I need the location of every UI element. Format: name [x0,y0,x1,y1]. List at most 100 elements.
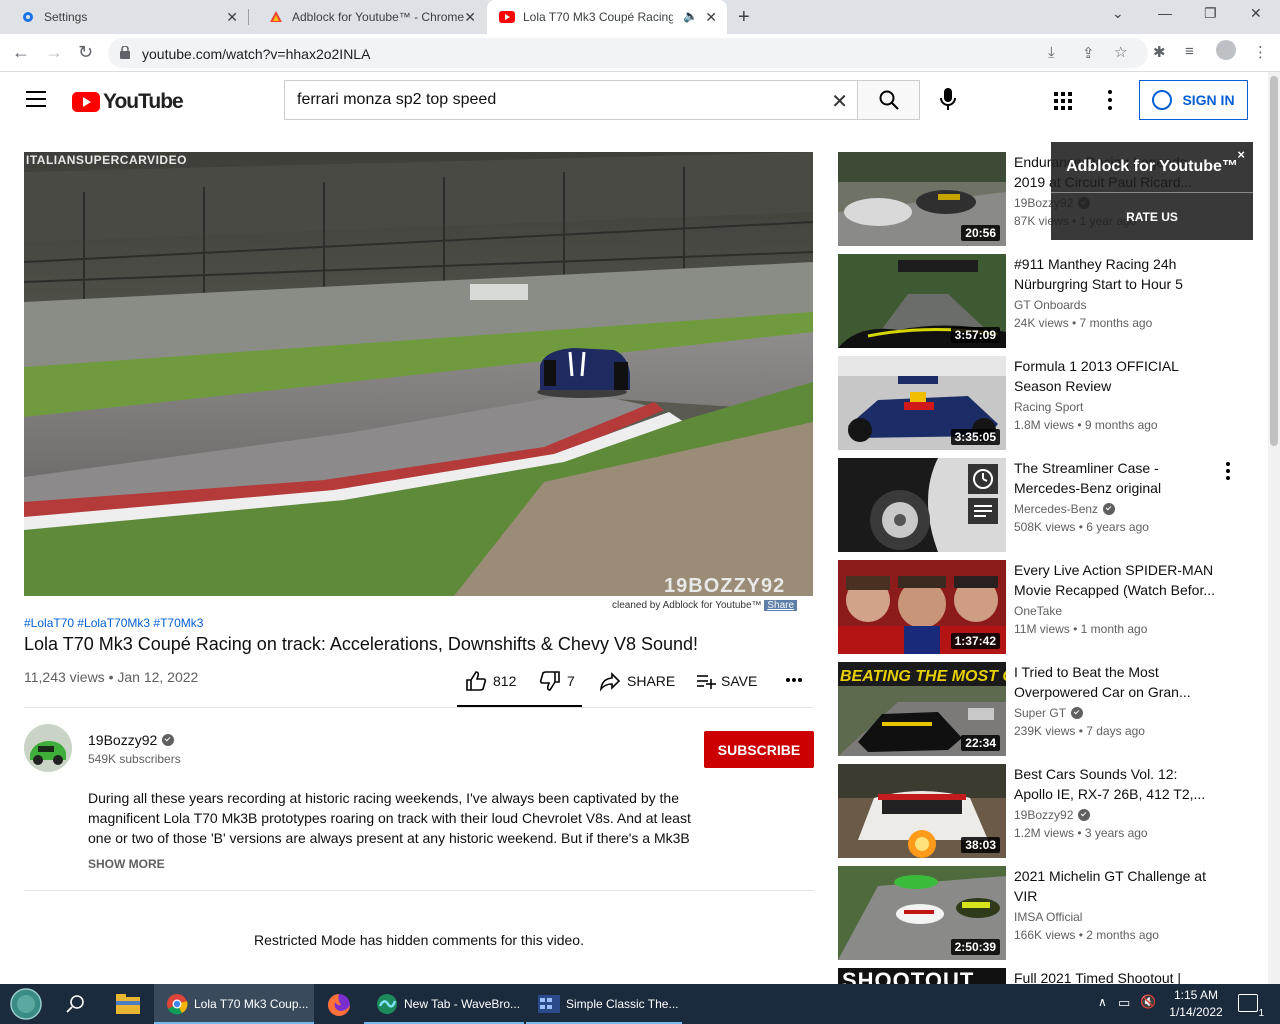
tab-youtube-video[interactable]: Lola T70 Mk3 Coupé Racing o 🔈 ✕ [487,0,727,34]
show-more-button[interactable]: SHOW MORE [88,857,165,871]
video-thumbnail[interactable]: 3:57:09 [838,254,1006,348]
apps-grid-icon[interactable] [1054,92,1072,110]
like-button[interactable]: 812 [465,670,516,692]
taskbar-app-classic-theme[interactable]: Simple Classic The... [526,984,682,1024]
channel-name[interactable]: GT Onboards [1014,298,1086,312]
video-title[interactable]: The Streamliner Case - Mercedes-Benz ori… [1014,458,1219,498]
reload-button[interactable]: ↻ [78,42,93,63]
video-title[interactable]: #911 Manthey Racing 24h Nürburgring Star… [1014,254,1219,294]
network-icon[interactable]: ▭ [1118,995,1130,1011]
video-thumbnail[interactable]: 20:56 [838,152,1006,246]
video-title[interactable]: Formula 1 2013 OFFICIAL Season Review [1014,356,1219,396]
thumbnail-caption: SHOOTOUT [842,968,974,984]
more-options-icon[interactable] [1108,90,1112,110]
new-tab-button[interactable]: + [738,6,750,29]
video-thumbnail[interactable]: 2:50:39 [838,866,1006,960]
channel-name[interactable]: OneTake [1014,604,1062,618]
recommended-video[interactable]: The Streamliner Case - Mercedes-Benz ori… [838,458,1258,552]
recommended-video[interactable]: 38:03 Best Cars Sounds Vol. 12: Apollo I… [838,764,1258,858]
channel-name[interactable]: 19Bozzy92 [1014,808,1073,822]
video-title[interactable]: I Tried to Beat the Most Overpowered Car… [1014,662,1219,702]
audio-playing-icon[interactable]: 🔈 [683,9,698,23]
volume-muted-icon[interactable]: 🔇 [1140,994,1156,1010]
action-menu-icon[interactable] [1226,462,1230,480]
video-duration: 22:34 [961,735,1000,751]
minimize-button[interactable]: — [1158,5,1172,21]
share-button[interactable]: SHARE [599,670,675,692]
lock-icon[interactable] [120,46,130,59]
video-thumbnail[interactable]: BEATING THE MOST OP CAR 22:34 [838,662,1006,756]
show-hidden-icons-icon[interactable]: ∧ [1098,995,1107,1009]
recommended-video[interactable]: SHOOTOUT Full 2021 Timed Shootout | [838,968,1258,984]
media-control-icon[interactable]: ≡ [1185,43,1194,60]
channel-name[interactable]: IMSA Official [1014,910,1082,924]
file-explorer-icon[interactable] [116,994,140,1019]
video-hashtags[interactable]: #LolaT70 #LolaT70Mk3 #T70Mk3 [24,616,203,630]
video-title[interactable]: Every Live Action SPIDER-MAN Movie Recap… [1014,560,1219,600]
menu-icon[interactable] [26,91,46,107]
channel-avatar[interactable] [24,724,72,772]
channel-name-row[interactable]: 19Bozzy92 [88,732,175,748]
back-button[interactable]: ← [12,42,30,63]
sign-in-button[interactable]: SIGN IN [1139,80,1248,120]
search-taskbar-icon[interactable] [66,994,86,1019]
scrollbar-thumb[interactable] [1270,76,1278,446]
forward-button[interactable]: → [45,42,63,63]
microphone-icon[interactable] [934,84,962,116]
action-center-icon[interactable]: 1 [1238,994,1264,1019]
recommended-video[interactable]: BEATING THE MOST OP CAR 22:34 I Tried to… [838,662,1258,756]
recommended-video[interactable]: 1:37:42 Every Live Action SPIDER-MAN Mov… [838,560,1258,654]
video-title[interactable]: Full 2021 Timed Shootout | [1014,968,1219,984]
system-clock[interactable]: 1:15 AM 1/14/2022 [1166,987,1226,1021]
video-player[interactable]: ITALIANSUPERCARVIDEO 19BOZZY92 [24,152,813,596]
search-box[interactable]: ✕ [284,80,858,120]
video-title[interactable]: Best Cars Sounds Vol. 12: Apollo IE, RX-… [1014,764,1219,804]
adblock-share-link[interactable]: Share [764,600,798,611]
recommended-video[interactable]: 2:50:39 2021 Michelin GT Challenge at VI… [838,866,1258,960]
close-window-button[interactable]: ✕ [1250,5,1262,22]
close-tab-icon[interactable]: ✕ [705,9,717,26]
search-button[interactable] [857,80,920,120]
taskbar-app-chrome[interactable]: Lola T70 Mk3 Coup... [154,984,314,1024]
video-thumbnail[interactable]: 3:35:05 [838,356,1006,450]
video-thumbnail[interactable]: SHOOTOUT [838,968,1006,984]
profile-icon[interactable] [1216,40,1236,60]
save-label: SAVE [721,673,758,689]
video-thumbnail[interactable]: 38:03 [838,764,1006,858]
subscribe-button[interactable]: SUBSCRIBE [704,731,814,768]
start-button[interactable] [8,987,44,1021]
firefox-icon[interactable] [327,993,351,1022]
bookmark-star-icon[interactable]: ☆ [1114,43,1127,61]
tab-adblock[interactable]: Adblock for Youtube™ - Chrome We ✕ [248,0,486,34]
address-bar[interactable]: youtube.com/watch?v=hhax2o2INLA ⤓ ⇪ ☆ [108,38,1148,68]
chrome-menu-icon[interactable]: ⋮ [1253,43,1268,61]
install-app-icon[interactable]: ⤓ [1048,44,1055,61]
video-thumbnail[interactable]: 1:37:42 [838,560,1006,654]
tab-settings[interactable]: Settings ✕ [0,0,248,34]
page-scrollbar[interactable] [1268,72,1280,984]
share-arrow-icon [599,672,621,692]
recommended-video[interactable]: 3:35:05 Formula 1 2013 OFFICIAL Season R… [838,356,1258,450]
restore-button[interactable]: ❐ [1204,5,1217,22]
video-thumbnail[interactable] [838,458,1006,552]
video-title[interactable]: 2021 Michelin GT Challenge at VIR [1014,866,1219,906]
recommended-video[interactable]: 3:57:09 #911 Manthey Racing 24h Nürburgr… [838,254,1258,348]
share-icon[interactable]: ⇪ [1082,44,1095,62]
save-button[interactable]: SAVE [695,670,757,692]
taskbar-app-wavebrowser[interactable]: New Tab - WaveBro... [364,984,524,1024]
rate-us-button[interactable]: RATE US [1051,210,1253,224]
clear-search-icon[interactable]: ✕ [831,89,848,114]
close-tab-icon[interactable]: ✕ [226,9,238,26]
channel-name[interactable]: Super GT [1014,706,1066,720]
extensions-icon[interactable]: ✱ [1153,43,1166,61]
channel-name[interactable]: 19Bozzy92 [88,732,157,748]
close-tab-icon[interactable]: ✕ [464,9,476,26]
tab-search-icon[interactable]: ⌄ [1112,5,1124,22]
dislike-button[interactable]: 7 [539,670,575,692]
search-input[interactable] [297,91,817,109]
more-actions-icon[interactable] [786,677,802,683]
youtube-logo[interactable]: YouTube [72,90,184,114]
channel-name[interactable]: Racing Sport [1014,400,1083,414]
channel-name[interactable]: Mercedes-Benz [1014,502,1098,516]
verified-icon [1103,503,1116,515]
